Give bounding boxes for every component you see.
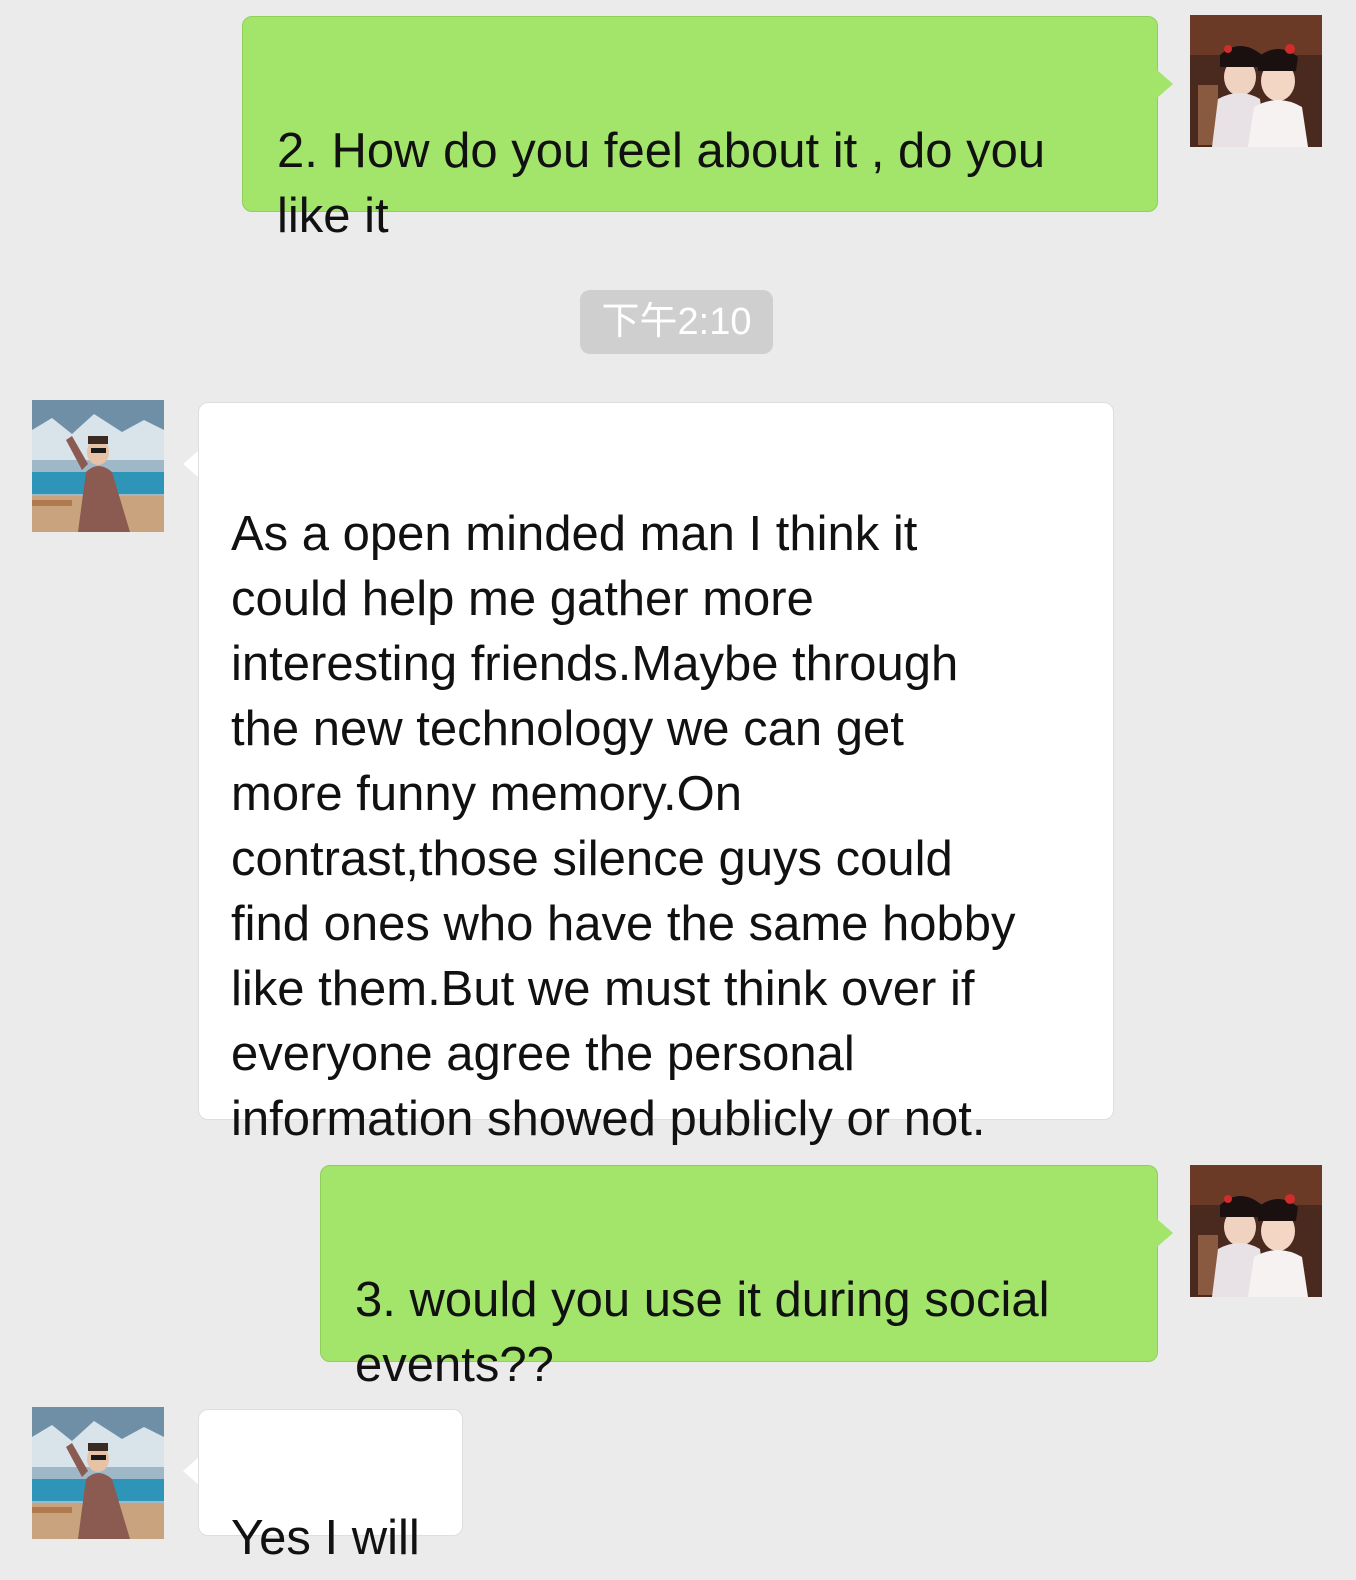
bubble-tail <box>1157 70 1173 98</box>
message-text: As a open minded man I think it could he… <box>231 507 1016 1146</box>
bubble-tail <box>1157 1219 1173 1247</box>
message-bubble-sent[interactable]: 3. would you use it during social events… <box>320 1165 1158 1392</box>
message-text: 3. would you use it during social events… <box>355 1273 1050 1392</box>
message-bubble-received[interactable]: As a open minded man I think it could he… <box>198 402 1114 1146</box>
contact-avatar[interactable] <box>32 400 164 532</box>
portrait-avatar-icon <box>1190 1165 1322 1297</box>
outdoor-photo-avatar-icon <box>32 400 164 532</box>
outdoor-photo-avatar-icon <box>32 1407 164 1539</box>
portrait-avatar-icon <box>1190 15 1322 147</box>
my-avatar[interactable] <box>1190 15 1322 147</box>
message-timestamp: 下午2:10 <box>580 290 773 354</box>
message-text: Yes I will <box>231 1511 420 1565</box>
bubble-tail <box>183 1457 199 1485</box>
my-avatar[interactable] <box>1190 1165 1322 1297</box>
message-text: 2. How do you feel about it , do you lik… <box>277 124 1046 243</box>
message-bubble-sent[interactable]: 2. How do you feel about it , do you lik… <box>242 16 1158 243</box>
contact-avatar[interactable] <box>32 1407 164 1539</box>
bubble-tail <box>183 450 199 478</box>
message-bubble-received[interactable]: Yes I will <box>198 1409 463 1565</box>
